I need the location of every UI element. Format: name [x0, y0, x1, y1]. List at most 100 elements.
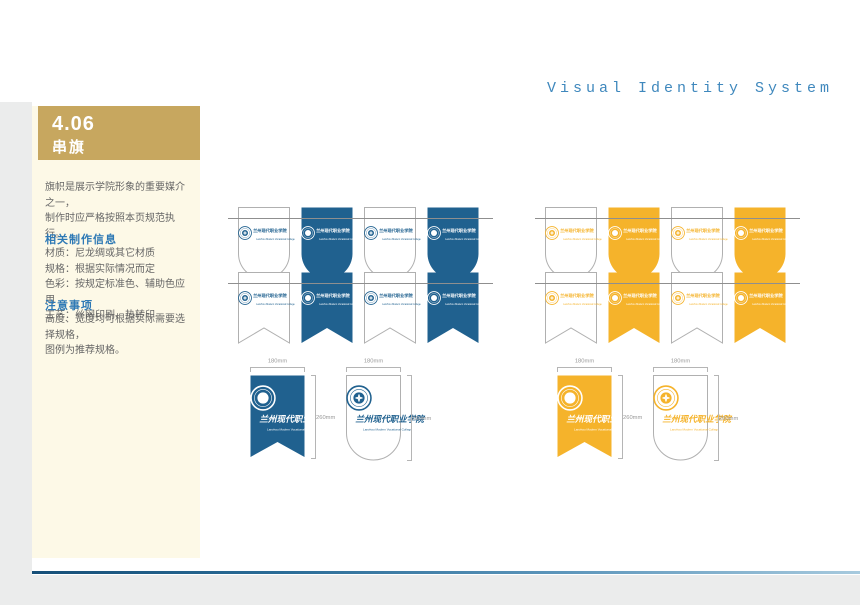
header-divider: [99, 49, 102, 88]
header-band: B BASIC PART 应用部分旗帜系统 兰州现代职业学院 Lanzhou M…: [0, 0, 860, 94]
flag-label-en: Lanzhou Modern Vocational College: [319, 303, 335, 306]
part-label-cn: 应用部分旗帜系统: [107, 63, 281, 92]
flag-details: 180mm 兰州现代职业学院 Lanzhou Modern Vocational C…: [228, 358, 493, 473]
footer-rule: [32, 571, 860, 574]
detail-flag-swallowtail-blue: 兰州现代职业学院 Lanzhou Modern Vocational Colleg…: [250, 375, 305, 459]
flag-label-cn: 兰州现代职业学院: [253, 227, 275, 233]
flag-content: 兰州现代职业学院 Lanzhou Modern Vocational Colleg…: [238, 226, 290, 247]
flag-label-cn: 兰州现代职业学院: [253, 292, 275, 298]
flag-strip-swallowtail: 兰州现代职业学院 Lanzhou Modern Vocational Colleg…: [535, 272, 800, 352]
flag-label-cn: 兰州现代职业学院: [316, 292, 338, 298]
string-line: [535, 283, 800, 284]
flag-content: 兰州现代职业学院 Lanzhou Modern Vocational Colleg…: [301, 226, 353, 247]
flag-content: 兰州现代职业学院Lanzhou Modern Vocational Colleg…: [671, 226, 723, 247]
flag-content: 兰州现代职业学院 Lanzhou Modern Vocational Colleg…: [364, 226, 416, 247]
vis-caption: Visual Identity System: [547, 80, 833, 97]
flag-label-en: Lanzhou Modern Vocational College: [382, 238, 398, 241]
flag-label-en: Lanzhou Modern Vocational College: [574, 428, 595, 431]
dimension-height-label: 260mm: [719, 415, 738, 421]
flag-label-en: Lanzhou Modern Vocational College: [752, 238, 768, 241]
flag-content: 兰州现代职业学院 Lanzhou Modern Vocational Colleg…: [608, 226, 660, 247]
bottom-margin: [0, 575, 860, 605]
flag-label-cn: 兰州现代职业学院: [355, 412, 391, 425]
detail-flag-rounded-white: 兰州现代职业学院 Lanzhou Modern Vocational Colleg…: [346, 375, 401, 461]
string-line: [228, 283, 493, 284]
section-cn-text: 旗帜系统: [197, 69, 281, 91]
detail-flag-content: 兰州现代职业学院Lanzhou Modern Vocational Colleg…: [653, 385, 708, 437]
flag-content: 兰州现代职业学院 Lanzhou Modern Vocational Colleg…: [671, 291, 723, 312]
production-item: 材质：尼龙绸或其它材质: [45, 246, 193, 262]
flag-label-en: Lanzhou Modern Vocational College: [689, 303, 705, 306]
part-cn-text: 应用部分: [107, 69, 191, 91]
detail-flag-content: 兰州现代职业学院 Lanzhou Modern Vocational Colleg…: [250, 385, 305, 437]
string-line: [535, 218, 800, 219]
flag-content: 兰州现代职业学院Lanzhou Modern Vocational Colleg…: [238, 291, 290, 312]
flag-label-cn: 兰州现代职业学院: [623, 227, 645, 233]
flag-content: 兰州现代职业学院 Lanzhou Modern Vocational Colleg…: [545, 291, 597, 312]
flag-content: 兰州现代职业学院 Lanzhou Modern Vocational Colleg…: [301, 291, 353, 312]
flag-label-cn: 兰州现代职业学院: [259, 412, 295, 425]
flag-label-en: Lanzhou Modern Vocational College: [363, 428, 384, 431]
section-title: 串旗: [52, 136, 86, 157]
flag-content: 兰州现代职业学院 Lanzhou Modern Vocational Colleg…: [734, 291, 786, 312]
section-letter: B: [28, 16, 81, 90]
college-seal-icon: [604, 20, 650, 71]
flag-label-cn: 兰州现代职业学院: [379, 292, 401, 298]
flag-label-en: Lanzhou Modern Vocational College: [267, 428, 288, 431]
flag-strip-swallowtail: 兰州现代职业学院 Lanzhou Modern Vocational Colleg…: [228, 272, 493, 352]
flag-label-cn: 兰州现代职业学院: [560, 292, 582, 298]
flag-content: 兰州现代职业学院 Lanzhou Modern Vocational Colleg…: [427, 291, 479, 312]
flag-content: 兰州现代职业学院 Lanzhou Modern Vocational Colleg…: [545, 226, 597, 247]
dimension-width-bracket: [346, 367, 401, 372]
flag-label-en: Lanzhou Modern Vocational College: [689, 238, 705, 241]
string-line: [228, 218, 493, 219]
flag-label-cn: 兰州现代职业学院: [442, 227, 464, 233]
production-item: 规格：根据实际情况而定: [45, 262, 193, 278]
flag-content: 兰州现代职业学院 Lanzhou Modern Vocational Colleg…: [608, 291, 660, 312]
flag-label-en: Lanzhou Modern Vocational College: [626, 303, 642, 306]
dimension-width-label: 180mm: [665, 358, 697, 364]
detail-flag-swallowtail-yellow: 兰州现代职业学院 Lanzhou Modern Vocational Colleg…: [557, 375, 612, 459]
dimension-width-label: 180mm: [569, 358, 601, 364]
dimension-height-label: 260mm: [623, 414, 642, 420]
flag-label-en: Lanzhou Modern Vocational College: [445, 303, 461, 306]
flag-label-cn: 兰州现代职业学院: [560, 227, 582, 233]
flag-content: 兰州现代职业学院 Lanzhou Modern Vocational Colleg…: [734, 226, 786, 247]
flag-label-en: Lanzhou Modern Vocational College: [445, 238, 461, 241]
flag-label-cn: 兰州现代职业学院: [379, 227, 401, 233]
flag-label-cn: 兰州现代职业学院: [566, 412, 602, 425]
dimension-width-label: 180mm: [262, 358, 294, 364]
production-heading: 相关制作信息: [45, 231, 117, 247]
flag-label-cn: 兰州现代职业学院: [749, 227, 771, 233]
part-label-en: BASIC PART: [108, 49, 216, 64]
detail-flag-content: 兰州现代职业学院 Lanzhou Modern Vocational Colleg…: [557, 385, 612, 437]
flag-label-en: Lanzhou Modern Vocational College: [256, 238, 272, 241]
intro-line: 旗帜是展示学院形象的重要媒介之一，: [45, 180, 193, 211]
flag-label-cn: 兰州现代职业学院: [623, 292, 645, 298]
section-number-box: 4.06 串旗: [38, 106, 200, 160]
dimension-width-bracket: [250, 367, 305, 372]
left-margin: [0, 102, 32, 605]
detail-flag-content: 兰州现代职业学院 Lanzhou Modern Vocational Colleg…: [346, 385, 401, 437]
dimension-height-label: 260mm: [316, 414, 335, 420]
flag-label-en: Lanzhou Modern Vocational College: [670, 428, 691, 431]
flag-details: 180mm 兰州现代职业学院 Lanzhou Modern Vocational C…: [535, 358, 800, 473]
notes-list: 高度、宽度均可根据实际需要选择规格， 图例为推荐规格。: [45, 312, 193, 359]
section-code: 4.06: [52, 113, 95, 136]
dimension-height-label: 260mm: [412, 415, 431, 421]
detail-flag-rounded-white: 兰州现代职业学院Lanzhou Modern Vocational Colleg…: [653, 375, 708, 461]
vi-manual-page: B BASIC PART 应用部分旗帜系统 兰州现代职业学院 Lanzhou M…: [0, 0, 860, 605]
flag-label-en: Lanzhou Modern Vocational College: [563, 238, 579, 241]
flag-label-en: Lanzhou Modern Vocational College: [319, 238, 335, 241]
flag-label-cn: 兰州现代职业学院: [442, 292, 464, 298]
flag-label-en: Lanzhou Modern Vocational College: [752, 303, 768, 306]
flag-label-cn: 兰州现代职业学院: [749, 292, 771, 298]
dimension-width-bracket: [653, 367, 708, 372]
flag-content: 兰州现代职业学院Lanzhou Modern Vocational Colleg…: [364, 291, 416, 312]
college-name-en: Lanzhou Modern Vocational College: [660, 52, 860, 66]
flag-label-cn: 兰州现代职业学院: [316, 227, 338, 233]
flag-label-cn: 兰州现代职业学院: [686, 292, 708, 298]
flag-label-en: Lanzhou Modern Vocational College: [563, 303, 579, 306]
flag-label-en: Lanzhou Modern Vocational College: [626, 238, 642, 241]
dimension-width-bracket: [557, 367, 612, 372]
